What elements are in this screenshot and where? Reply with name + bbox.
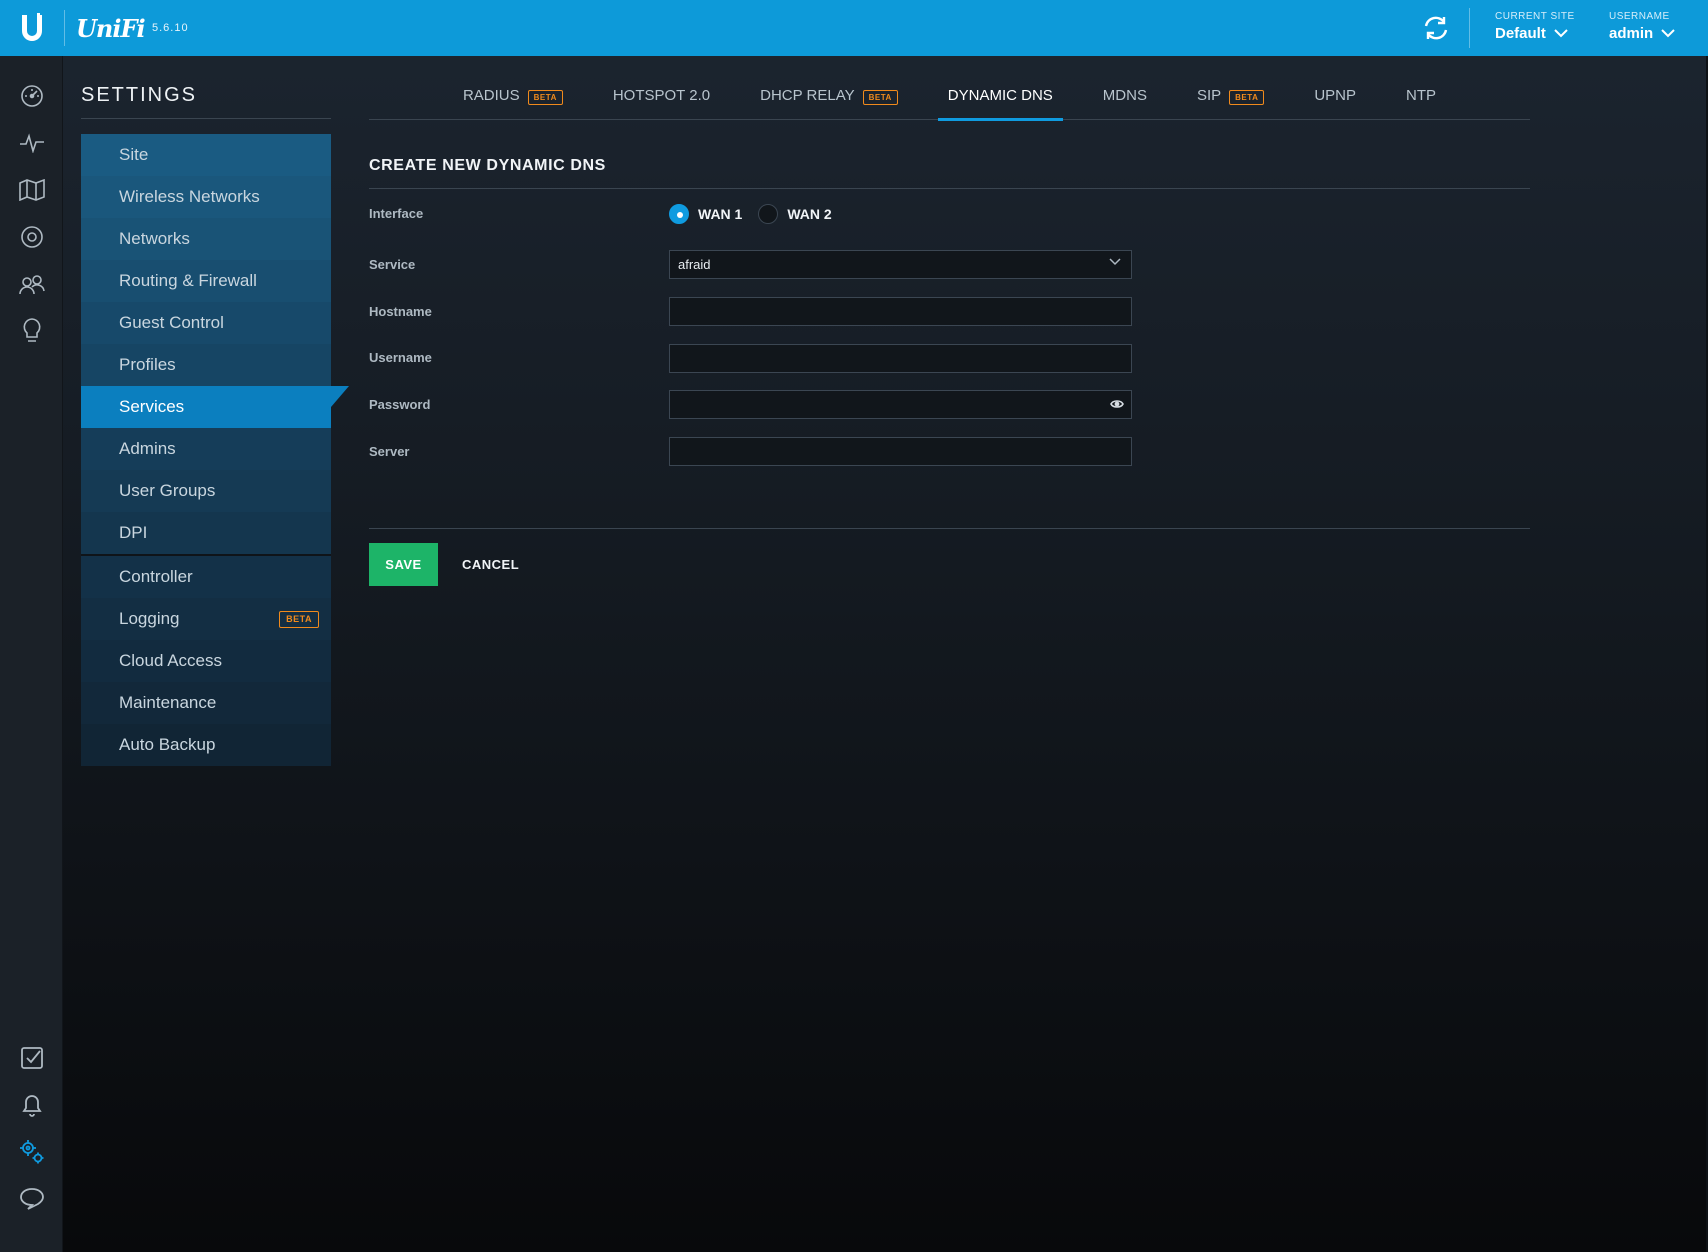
- dashboard-icon[interactable]: [16, 80, 48, 112]
- chevron-down-icon: [1661, 29, 1675, 38]
- form-divider: [369, 188, 1530, 189]
- tab-hotspot-label: HOTSPOT 2.0: [612, 87, 711, 104]
- menu-item-auto-backup[interactable]: Auto Backup: [81, 724, 331, 766]
- menu-item-profiles[interactable]: Profiles: [81, 344, 331, 386]
- tab-dhcp-relay-label: DHCP RELAY: [760, 87, 855, 104]
- settings-menu: Site Wireless Networks Networks Routing …: [81, 134, 349, 766]
- tab-mdns[interactable]: MDNS: [1093, 80, 1157, 120]
- menu-item-services[interactable]: Services: [81, 386, 349, 428]
- chevron-down-icon: [1554, 29, 1568, 38]
- tab-dynamic-dns[interactable]: DYNAMIC DNS: [937, 80, 1063, 121]
- menu-item-maintenance[interactable]: Maintenance: [81, 682, 331, 724]
- current-site-caption: CURRENT SITE: [1495, 11, 1575, 22]
- insights-icon[interactable]: [16, 315, 48, 347]
- tab-ntp[interactable]: NTP: [1396, 80, 1446, 120]
- tab-hotspot[interactable]: HOTSPOT 2.0: [603, 80, 720, 120]
- service-select-value: afraid: [678, 257, 711, 272]
- nav-rail: [0, 56, 63, 1252]
- beta-badge: BETA: [1229, 90, 1265, 105]
- form-title: CREATE NEW DYNAMIC DNS: [369, 157, 606, 174]
- username-value: admin: [1609, 25, 1654, 42]
- brand-logo: UniFi: [76, 14, 146, 43]
- username-selector[interactable]: USERNAME admin: [1609, 11, 1675, 42]
- wan2-radio[interactable]: WAN 2: [758, 204, 832, 224]
- menu-item-logging[interactable]: Logging BETA: [81, 598, 331, 640]
- password-input[interactable]: [669, 390, 1132, 419]
- tab-upnp-label: UPNP: [1314, 87, 1357, 104]
- wan1-label: WAN 1: [698, 206, 743, 222]
- server-input[interactable]: [669, 437, 1132, 466]
- actions-divider: [369, 528, 1530, 529]
- topbar-divider: [1469, 8, 1470, 48]
- ubiquiti-logo-icon[interactable]: [0, 0, 64, 56]
- radio-checked-icon: [669, 204, 689, 224]
- tab-radius[interactable]: RADIUS BETA: [453, 80, 573, 120]
- tab-ntp-label: NTP: [1406, 87, 1437, 104]
- settings-title: SETTINGS: [81, 84, 198, 106]
- beta-badge: BETA: [279, 611, 319, 628]
- tab-dynamic-dns-label: DYNAMIC DNS: [947, 87, 1053, 104]
- menu-item-wireless-networks[interactable]: Wireless Networks: [81, 176, 331, 218]
- devices-icon[interactable]: [16, 221, 48, 253]
- tab-sip-label: SIP: [1196, 87, 1222, 104]
- version-label: 5.6.10: [152, 22, 189, 34]
- map-icon[interactable]: [16, 174, 48, 206]
- hostname-label: Hostname: [369, 304, 432, 319]
- service-label: Service: [369, 257, 416, 272]
- username-caption: USERNAME: [1609, 11, 1670, 22]
- tab-upnp[interactable]: UPNP: [1304, 80, 1366, 120]
- menu-item-networks[interactable]: Networks: [81, 218, 331, 260]
- beta-badge: BETA: [862, 90, 898, 105]
- current-site-selector[interactable]: CURRENT SITE Default: [1495, 11, 1575, 42]
- interface-label: Interface: [369, 206, 424, 221]
- password-label: Password: [369, 397, 431, 412]
- menu-item-user-groups[interactable]: User Groups: [81, 470, 331, 512]
- hostname-input[interactable]: [669, 297, 1132, 326]
- tab-mdns-label: MDNS: [1102, 87, 1147, 104]
- server-label: Server: [369, 444, 410, 459]
- menu-item-cloud-access[interactable]: Cloud Access: [81, 640, 331, 682]
- username-input[interactable]: [669, 344, 1132, 373]
- menu-item-controller[interactable]: Controller: [81, 556, 331, 598]
- current-site-value: Default: [1495, 25, 1546, 42]
- interface-radio-group: WAN 1 WAN 2: [669, 204, 838, 224]
- username-label: Username: [369, 350, 432, 365]
- chat-icon[interactable]: [16, 1183, 48, 1215]
- alerts-icon[interactable]: [16, 1089, 48, 1121]
- wan1-radio[interactable]: WAN 1: [669, 204, 742, 224]
- service-select[interactable]: afraid: [669, 250, 1132, 279]
- eye-icon[interactable]: [1110, 398, 1124, 410]
- radio-unchecked-icon: [758, 204, 779, 224]
- logo-divider: [64, 10, 65, 46]
- password-field-wrapper: [669, 390, 1132, 419]
- settings-icon[interactable]: [16, 1136, 48, 1168]
- menu-item-site[interactable]: Site: [81, 134, 331, 176]
- menu-item-guest-control[interactable]: Guest Control: [81, 302, 331, 344]
- tab-sip[interactable]: SIP BETA: [1187, 80, 1274, 120]
- tab-radius-label: RADIUS: [462, 87, 520, 104]
- menu-item-routing-firewall[interactable]: Routing & Firewall: [81, 260, 331, 302]
- save-button[interactable]: SAVE: [369, 543, 438, 586]
- services-tabs: RADIUS BETA HOTSPOT 2.0 DHCP RELAY BETA …: [369, 80, 1530, 121]
- menu-item-admins[interactable]: Admins: [81, 428, 331, 470]
- chevron-down-icon: [1109, 258, 1121, 266]
- events-icon[interactable]: [16, 1042, 48, 1074]
- clients-icon[interactable]: [16, 268, 48, 300]
- wan2-label: WAN 2: [787, 206, 832, 222]
- beta-badge: BETA: [527, 90, 563, 105]
- top-bar: UniFi 5.6.10 CURRENT SITE Default USERNA…: [0, 0, 1708, 56]
- cancel-button[interactable]: CANCEL: [450, 543, 531, 586]
- menu-item-dpi[interactable]: DPI: [81, 512, 331, 554]
- tab-dhcp-relay[interactable]: DHCP RELAY BETA: [750, 80, 908, 120]
- menu-item-logging-label: Logging: [119, 609, 180, 628]
- refresh-icon[interactable]: [1420, 13, 1452, 43]
- settings-divider: [81, 118, 331, 119]
- statistics-icon[interactable]: [16, 127, 48, 159]
